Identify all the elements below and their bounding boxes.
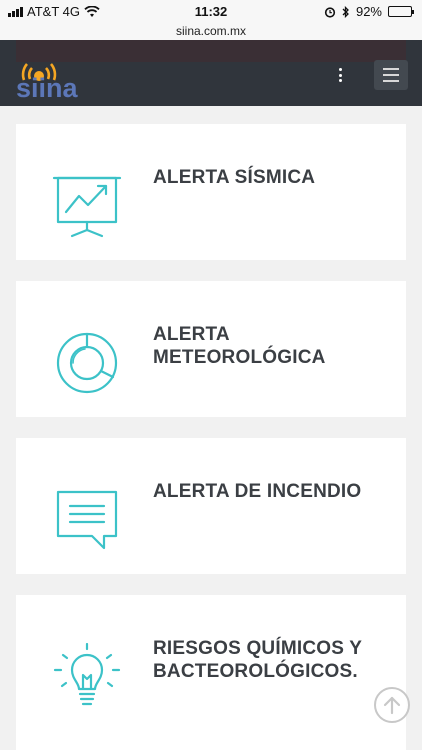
site-header: siina	[0, 40, 422, 106]
card-title: ALERTA METEOROLÓGICA	[153, 324, 326, 368]
speech-bubble-icon	[56, 490, 118, 550]
card-alerta-meteorologica[interactable]: ALERTA METEOROLÓGICA	[16, 281, 406, 417]
status-bar: AT&T 4G 11:32 92%	[0, 0, 422, 24]
bluetooth-icon	[342, 5, 349, 18]
presentation-chart-icon	[52, 176, 122, 238]
scroll-to-top-button[interactable]	[374, 687, 410, 723]
url-text: siina.com.mx	[175, 24, 246, 38]
site-logo[interactable]: siina	[16, 60, 78, 102]
hamburger-line	[383, 74, 399, 76]
address-bar[interactable]: siina.com.mx	[0, 24, 422, 40]
card-alerta-sismica[interactable]: ALERTA SÍSMICA	[16, 124, 406, 260]
logo-wordmark: siina	[16, 73, 78, 103]
status-right: 92%	[324, 4, 414, 19]
lightbulb-icon	[53, 643, 121, 706]
card-title: ALERTA SÍSMICA	[153, 167, 316, 188]
hamburger-line	[383, 80, 399, 82]
arrow-up-icon	[383, 696, 401, 715]
donut-chart-icon	[56, 332, 118, 394]
hamburger-line	[383, 68, 399, 70]
header-strip	[16, 40, 406, 62]
battery-icon	[388, 6, 414, 17]
alarm-icon	[324, 6, 336, 18]
card-riesgos-quimicos[interactable]: RIESGOS QUÍMICOS Y BACTEOROLÓGICOS.	[16, 595, 406, 750]
menu-button[interactable]	[374, 60, 408, 90]
more-options-icon[interactable]	[333, 66, 347, 84]
card-alerta-incendio[interactable]: ALERTA DE INCENDIO	[16, 438, 406, 574]
battery-percent: 92%	[355, 4, 382, 19]
card-title: ALERTA DE INCENDIO	[153, 481, 362, 502]
card-title: RIESGOS QUÍMICOS Y BACTEOROLÓGICOS.	[153, 638, 363, 682]
